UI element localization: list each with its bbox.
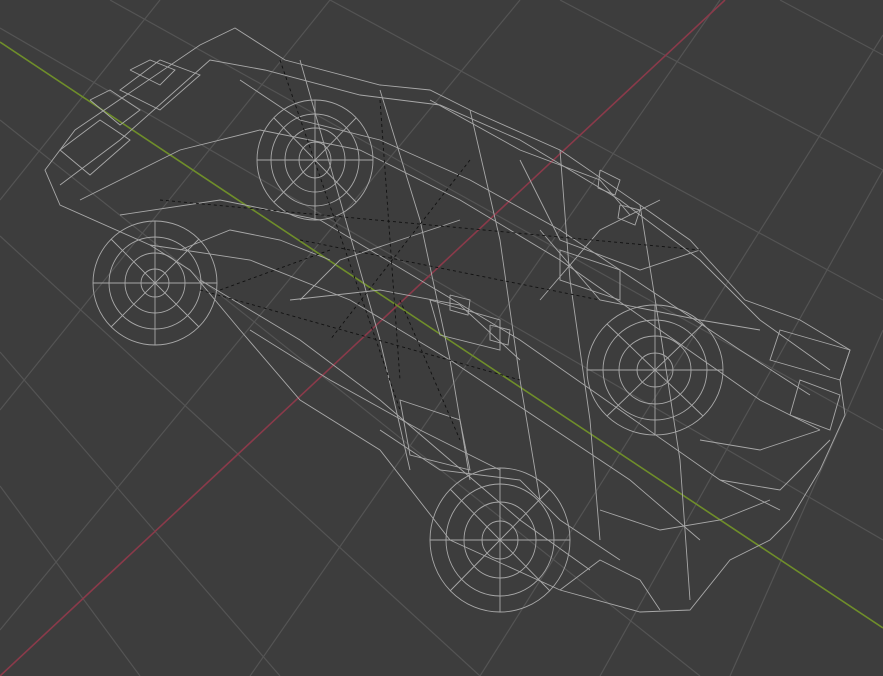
viewport-canvas[interactable] xyxy=(0,0,883,676)
x-axis-line xyxy=(0,0,726,676)
front-left-wheel[interactable] xyxy=(256,99,374,221)
car-wireframe-mesh[interactable] xyxy=(44,27,851,613)
body-outline xyxy=(44,27,851,613)
floor-grid xyxy=(0,0,883,676)
3d-viewport[interactable] xyxy=(0,0,883,676)
rear-left-wheel[interactable] xyxy=(92,220,218,346)
hidden-edges xyxy=(159,59,701,441)
front-right-wheel[interactable] xyxy=(586,304,724,436)
rear-right-wheel[interactable] xyxy=(429,467,571,613)
